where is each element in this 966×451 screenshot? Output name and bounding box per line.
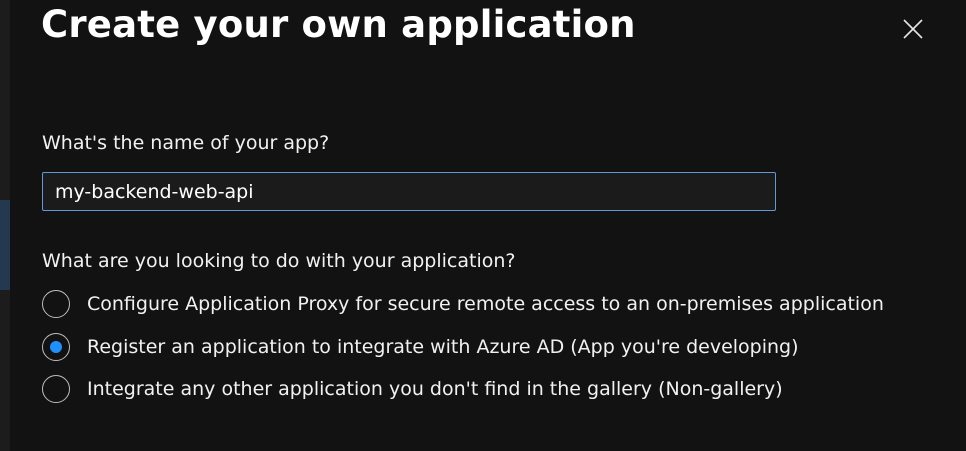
radio-option-label: Configure Application Proxy for secure r… [87, 293, 884, 315]
radio-option-label: Register an application to integrate wit… [87, 336, 799, 358]
close-icon [903, 19, 923, 39]
close-button[interactable] [898, 14, 928, 44]
radio-option-register-app[interactable]: Register an application to integrate wit… [42, 333, 799, 361]
radio-button[interactable] [42, 375, 70, 403]
radio-selected-dot [50, 341, 62, 353]
radio-option-non-gallery[interactable]: Integrate any other application you don'… [42, 375, 783, 403]
dialog-title: Create your own application [41, 3, 636, 46]
app-name-label: What's the name of your app? [42, 132, 330, 154]
create-application-dialog: Create your own application What's the n… [10, 0, 966, 451]
radio-button-selected[interactable] [42, 333, 70, 361]
radio-option-label: Integrate any other application you don'… [87, 378, 783, 400]
radio-button[interactable] [42, 290, 70, 318]
app-name-input[interactable] [42, 172, 776, 211]
background-page-accent [0, 200, 10, 290]
background-page-edge [0, 0, 10, 451]
purpose-label: What are you looking to do with your app… [42, 250, 516, 272]
radio-option-app-proxy[interactable]: Configure Application Proxy for secure r… [42, 290, 884, 318]
